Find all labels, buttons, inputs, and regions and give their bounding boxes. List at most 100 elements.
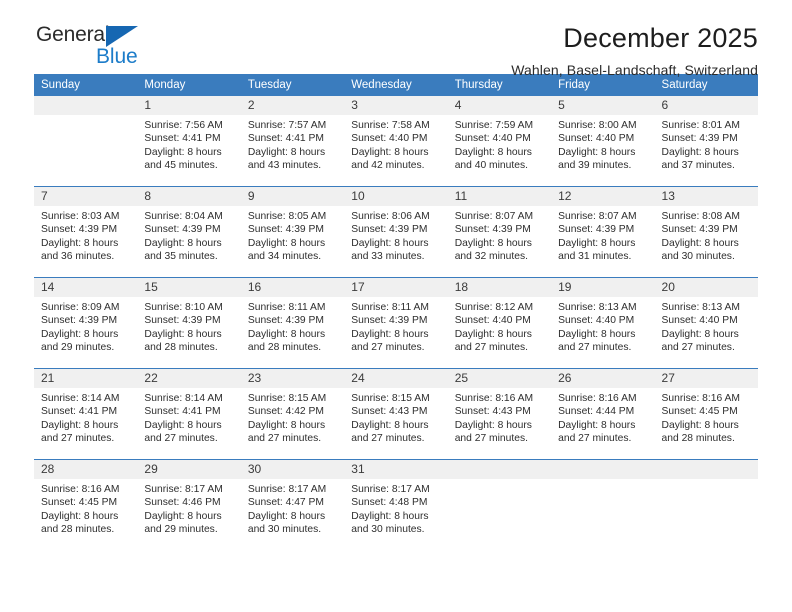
calendar-page: General Blue December 2025 Wahlen, Basel… — [0, 0, 792, 612]
calendar-day-cell[interactable]: 29 Sunrise: 8:17 AM Sunset: 4:46 PM Dayligh… — [137, 459, 241, 550]
day-details: Sunrise: 7:57 AM Sunset: 4:41 PM Daylight:… — [241, 115, 344, 173]
day-details — [655, 479, 758, 483]
general-blue-logo[interactable]: General Blue — [34, 22, 184, 74]
calendar-day-cell[interactable]: 9 Sunrise: 8:05 AM Sunset: 4:39 PM Daylight… — [240, 186, 345, 278]
sunset-time: Sunset: 4:45 PM — [41, 497, 118, 509]
daylight-duration-line1: Daylight: 8 hours — [454, 328, 532, 340]
daylight-duration-line1: Daylight: 8 hours — [247, 510, 326, 522]
calendar-day-cell[interactable]: 20 Sunrise: 8:13 AM Sunset: 4:40 PM Dayligh… — [654, 277, 758, 369]
sunset-time: Sunset: 4:40 PM — [351, 133, 428, 145]
daylight-duration-line2: and 34 minutes. — [247, 251, 322, 263]
calendar-day-cell[interactable]: 18 Sunrise: 8:12 AM Sunset: 4:40 PM Dayligh… — [447, 277, 552, 369]
calendar-day-cell[interactable]: 19 Sunrise: 8:13 AM Sunset: 4:40 PM Dayligh… — [551, 277, 655, 369]
calendar-day-cell[interactable]: 21 Sunrise: 8:14 AM Sunset: 4:41 PM Dayligh… — [34, 368, 138, 460]
calendar-day-cell[interactable]: 24 Sunrise: 8:15 AM Sunset: 4:43 PM Dayligh… — [344, 368, 448, 460]
calendar-day-cell[interactable]: 27 Sunrise: 8:16 AM Sunset: 4:45 PM Dayligh… — [654, 368, 758, 460]
calendar-day-cell[interactable]: 7 Sunrise: 8:03 AM Sunset: 4:39 PM Daylight… — [34, 186, 138, 278]
sunset-time: Sunset: 4:40 PM — [454, 133, 531, 145]
daylight-duration-line1: Daylight: 8 hours — [41, 419, 119, 431]
calendar-day-cell[interactable]: 31 Sunrise: 8:17 AM Sunset: 4:48 PM Dayligh… — [344, 459, 448, 550]
sunrise-time: Sunrise: 8:11 AM — [351, 302, 429, 313]
day-details: Sunrise: 8:07 AM Sunset: 4:39 PM Daylight:… — [551, 206, 654, 264]
calendar-day-cell[interactable]: 1 Sunrise: 7:56 AM Sunset: 4:41 PM Daylight… — [137, 96, 241, 187]
daylight-duration-line1: Daylight: 8 hours — [247, 328, 326, 340]
daylight-duration-line2: and 31 minutes. — [558, 251, 632, 263]
calendar-day-cell[interactable]: 14 Sunrise: 8:09 AM Sunset: 4:39 PM Dayligh… — [34, 277, 138, 369]
calendar-day-cell[interactable]: 13 Sunrise: 8:08 AM Sunset: 4:39 PM Dayligh… — [654, 186, 758, 278]
sunrise-time: Sunrise: 8:14 AM — [144, 393, 223, 404]
daylight-duration-line2: and 27 minutes. — [351, 342, 425, 354]
calendar-grid: Sunday Monday Tuesday Wednesday Thursday… — [34, 74, 758, 550]
daylight-duration-line2: and 33 minutes. — [351, 251, 425, 263]
sunset-time: Sunset: 4:39 PM — [661, 224, 738, 236]
daylight-duration-line2: and 29 minutes. — [144, 524, 218, 536]
calendar-day-cell[interactable]: 5 Sunrise: 8:00 AM Sunset: 4:40 PM Daylight… — [551, 96, 655, 187]
sunrise-time: Sunrise: 8:10 AM — [144, 302, 223, 313]
sunset-time: Sunset: 4:41 PM — [247, 133, 324, 145]
day-number — [34, 96, 138, 115]
daylight-duration-line2: and 39 minutes. — [558, 160, 632, 172]
calendar-day-cell[interactable]: 15 Sunrise: 8:10 AM Sunset: 4:39 PM Dayligh… — [137, 277, 241, 369]
calendar-day-cell[interactable]: 26 Sunrise: 8:16 AM Sunset: 4:44 PM Dayligh… — [551, 368, 655, 460]
day-details: Sunrise: 8:14 AM Sunset: 4:41 PM Daylight:… — [34, 388, 137, 446]
sunset-time: Sunset: 4:43 PM — [454, 406, 531, 418]
day-details: Sunrise: 8:03 AM Sunset: 4:39 PM Daylight:… — [34, 206, 137, 264]
day-number: 3 — [344, 96, 448, 115]
day-number: 5 — [551, 96, 655, 115]
day-details: Sunrise: 7:59 AM Sunset: 4:40 PM Daylight:… — [448, 115, 551, 173]
daylight-duration-line1: Daylight: 8 hours — [351, 146, 429, 158]
daylight-duration-line1: Daylight: 8 hours — [558, 237, 636, 249]
page-title: December 2025 — [563, 23, 758, 53]
calendar-day-cell[interactable]: 28 Sunrise: 8:16 AM Sunset: 4:45 PM Dayligh… — [34, 459, 138, 550]
sunset-time: Sunset: 4:39 PM — [41, 224, 118, 236]
daylight-duration-line2: and 27 minutes. — [351, 433, 425, 445]
day-details: Sunrise: 8:10 AM Sunset: 4:39 PM Daylight:… — [137, 297, 240, 355]
sunrise-time: Sunrise: 8:09 AM — [41, 302, 120, 313]
calendar-day-cell[interactable]: 6 Sunrise: 8:01 AM Sunset: 4:39 PM Daylight… — [654, 96, 758, 187]
calendar-day-cell[interactable]: 8 Sunrise: 8:04 AM Sunset: 4:39 PM Daylight… — [137, 186, 241, 278]
day-number: 26 — [551, 369, 655, 388]
calendar-day-cell[interactable]: 2 Sunrise: 7:57 AM Sunset: 4:41 PM Daylight… — [240, 96, 345, 187]
calendar-day-cell[interactable]: 30 Sunrise: 8:17 AM Sunset: 4:47 PM Dayligh… — [240, 459, 345, 550]
daylight-duration-line1: Daylight: 8 hours — [661, 419, 739, 431]
daylight-duration-line1: Daylight: 8 hours — [351, 237, 429, 249]
day-details: Sunrise: 8:01 AM Sunset: 4:39 PM Daylight:… — [655, 115, 758, 173]
sunset-time: Sunset: 4:39 PM — [661, 133, 738, 145]
calendar-day-cell[interactable]: 4 Sunrise: 7:59 AM Sunset: 4:40 PM Daylight… — [447, 96, 552, 187]
sunset-time: Sunset: 4:47 PM — [247, 497, 324, 509]
sunrise-time: Sunrise: 7:59 AM — [454, 120, 534, 131]
day-details: Sunrise: 7:56 AM Sunset: 4:41 PM Daylight:… — [137, 115, 240, 173]
sunset-time: Sunset: 4:39 PM — [351, 224, 428, 236]
day-details: Sunrise: 8:16 AM Sunset: 4:43 PM Daylight:… — [448, 388, 551, 446]
calendar-day-cell[interactable]: 16 Sunrise: 8:11 AM Sunset: 4:39 PM Dayligh… — [240, 277, 345, 369]
sunrise-time: Sunrise: 8:07 AM — [558, 211, 637, 222]
calendar-day-cell[interactable]: 17 Sunrise: 8:11 AM Sunset: 4:39 PM Dayligh… — [344, 277, 448, 369]
day-details — [448, 479, 551, 483]
day-number: 20 — [654, 278, 758, 297]
day-number: 27 — [654, 369, 758, 388]
sunset-time: Sunset: 4:45 PM — [661, 406, 738, 418]
calendar-day-cell[interactable]: 10 Sunrise: 8:06 AM Sunset: 4:39 PM Dayligh… — [344, 186, 448, 278]
day-number: 4 — [447, 96, 552, 115]
day-number: 2 — [240, 96, 345, 115]
day-number — [447, 460, 552, 479]
sunrise-time: Sunrise: 8:15 AM — [351, 393, 430, 404]
day-details: Sunrise: 8:17 AM Sunset: 4:46 PM Daylight:… — [137, 479, 240, 537]
sunset-time: Sunset: 4:39 PM — [144, 224, 221, 236]
sunrise-time: Sunrise: 7:56 AM — [144, 120, 223, 131]
calendar-day-cell[interactable]: 22 Sunrise: 8:14 AM Sunset: 4:41 PM Dayligh… — [137, 368, 241, 460]
calendar-day-cell-empty — [34, 96, 138, 187]
calendar-day-cell[interactable]: 11 Sunrise: 8:07 AM Sunset: 4:39 PM Dayligh… — [447, 186, 552, 278]
calendar-day-cell[interactable]: 23 Sunrise: 8:15 AM Sunset: 4:42 PM Dayligh… — [240, 368, 345, 460]
daylight-duration-line2: and 36 minutes. — [41, 251, 115, 263]
daylight-duration-line1: Daylight: 8 hours — [41, 328, 119, 340]
day-details: Sunrise: 8:15 AM Sunset: 4:42 PM Daylight:… — [241, 388, 344, 446]
sunrise-time: Sunrise: 7:58 AM — [351, 120, 430, 131]
daylight-duration-line2: and 40 minutes. — [454, 160, 528, 172]
calendar-day-cell[interactable]: 25 Sunrise: 8:16 AM Sunset: 4:43 PM Dayligh… — [447, 368, 552, 460]
sunset-time: Sunset: 4:40 PM — [661, 315, 738, 327]
day-number: 31 — [344, 460, 448, 479]
calendar-day-cell[interactable]: 12 Sunrise: 8:07 AM Sunset: 4:39 PM Dayligh… — [551, 186, 655, 278]
calendar-day-cell[interactable]: 3 Sunrise: 7:58 AM Sunset: 4:40 PM Daylight… — [344, 96, 448, 187]
calendar-week-row: 7 Sunrise: 8:03 AM Sunset: 4:39 PM Daylight… — [34, 186, 758, 278]
